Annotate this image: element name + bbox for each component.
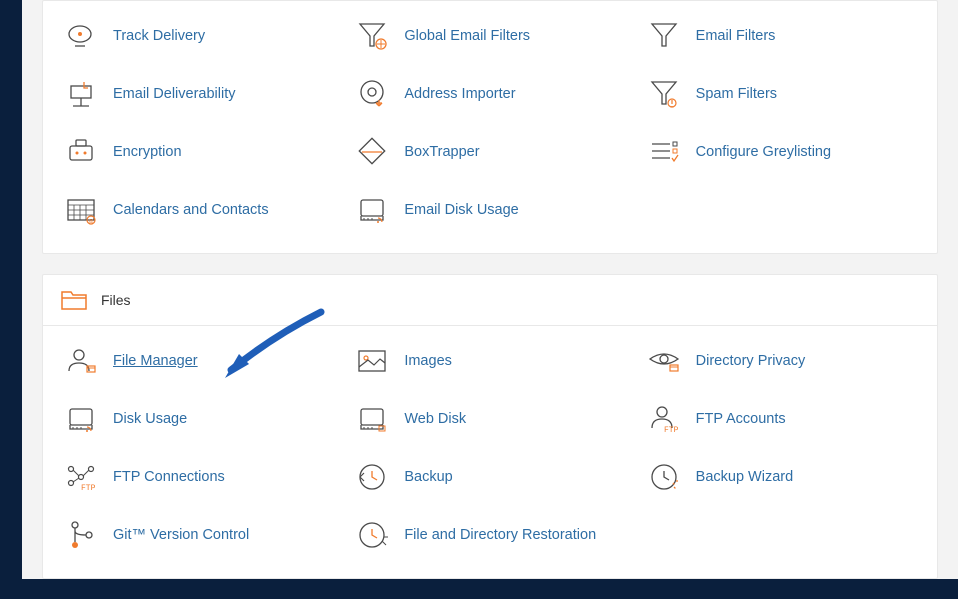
email-panel: Track Delivery Global Email Filters [42, 0, 938, 254]
item-web-disk[interactable]: Web Disk [344, 390, 635, 448]
item-directory-privacy[interactable]: Directory Privacy [636, 332, 927, 390]
disk-usage-icon [61, 402, 101, 436]
configure-greylisting-icon [644, 135, 684, 169]
backup-wizard-icon [644, 460, 684, 494]
web-disk-icon [352, 402, 392, 436]
label: Spam Filters [696, 85, 777, 104]
files-grid: File Manager Images [43, 326, 937, 578]
label: FTP Accounts [696, 410, 786, 429]
files-folder-icon [61, 289, 87, 311]
label: Calendars and Contacts [113, 201, 269, 220]
label: BoxTrapper [404, 143, 479, 162]
item-global-email-filters[interactable]: Global Email Filters [344, 7, 635, 65]
address-importer-icon [352, 77, 392, 111]
email-grid: Track Delivery Global Email Filters [43, 1, 937, 253]
label: Email Disk Usage [404, 201, 518, 220]
item-email-disk-usage[interactable]: Email Disk Usage [344, 181, 635, 239]
item-address-importer[interactable]: Address Importer [344, 65, 635, 123]
label: Global Email Filters [404, 27, 530, 46]
item-git-version-control[interactable]: Git™ Version Control [53, 506, 344, 564]
label: Encryption [113, 143, 182, 162]
item-configure-greylisting[interactable]: Configure Greylisting [636, 123, 927, 181]
directory-privacy-icon [644, 344, 684, 378]
label: Backup Wizard [696, 468, 794, 487]
ftp-accounts-icon: FTP [644, 402, 684, 436]
global-email-filters-icon [352, 19, 392, 53]
track-delivery-icon [61, 19, 101, 53]
label: Directory Privacy [696, 352, 806, 371]
files-panel: Files Fi [42, 274, 938, 579]
svg-text:@: @ [88, 219, 93, 225]
label: FTP Connections [113, 468, 225, 487]
boxtrapper-icon [352, 135, 392, 169]
spam-filters-icon [644, 77, 684, 111]
label: Track Delivery [113, 27, 205, 46]
email-disk-usage-icon [352, 193, 392, 227]
label: Web Disk [404, 410, 466, 429]
label: Email Deliverability [113, 85, 235, 104]
item-file-directory-restoration[interactable]: File and Directory Restoration [344, 506, 635, 564]
item-calendars-contacts[interactable]: @ Calendars and Contacts [53, 181, 344, 239]
item-email-deliverability[interactable]: Email Deliverability [53, 65, 344, 123]
label: Git™ Version Control [113, 526, 249, 545]
svg-text:FTP: FTP [81, 484, 96, 493]
label: File Manager [113, 352, 198, 371]
calendars-contacts-icon: @ [61, 193, 101, 227]
item-backup[interactable]: Backup [344, 448, 635, 506]
email-filters-icon [644, 19, 684, 53]
item-ftp-accounts[interactable]: FTP FTP Accounts [636, 390, 927, 448]
images-icon [352, 344, 392, 378]
git-icon [61, 518, 101, 552]
label: Images [404, 352, 452, 371]
encryption-icon [61, 135, 101, 169]
ftp-connections-icon: FTP [61, 460, 101, 494]
label: File and Directory Restoration [404, 526, 596, 545]
svg-text:FTP: FTP [664, 426, 679, 435]
files-header[interactable]: Files [43, 275, 937, 326]
file-directory-restoration-icon [352, 518, 392, 552]
item-track-delivery[interactable]: Track Delivery [53, 7, 344, 65]
label: Address Importer [404, 85, 515, 104]
label: Email Filters [696, 27, 776, 46]
item-encryption[interactable]: Encryption [53, 123, 344, 181]
item-email-filters[interactable]: Email Filters [636, 7, 927, 65]
email-deliverability-icon [61, 77, 101, 111]
file-manager-icon [61, 344, 101, 378]
item-disk-usage[interactable]: Disk Usage [53, 390, 344, 448]
label: Backup [404, 468, 452, 487]
label: Disk Usage [113, 410, 187, 429]
item-backup-wizard[interactable]: Backup Wizard [636, 448, 927, 506]
item-file-manager[interactable]: File Manager [53, 332, 344, 390]
item-images[interactable]: Images [344, 332, 635, 390]
label: Configure Greylisting [696, 143, 831, 162]
item-spam-filters[interactable]: Spam Filters [636, 65, 927, 123]
item-boxtrapper[interactable]: BoxTrapper [344, 123, 635, 181]
item-ftp-connections[interactable]: FTP FTP Connections [53, 448, 344, 506]
backup-icon [352, 460, 392, 494]
files-title: Files [101, 292, 131, 308]
